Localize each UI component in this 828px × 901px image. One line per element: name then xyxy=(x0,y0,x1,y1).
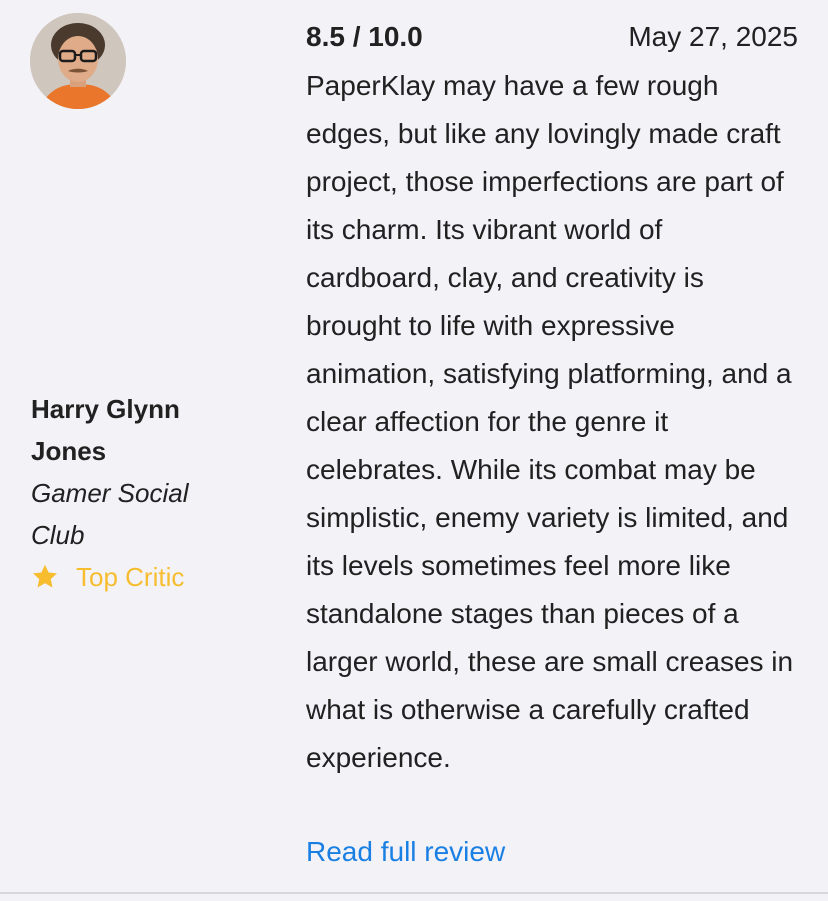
top-critic-badge: Top Critic xyxy=(31,556,231,598)
review-excerpt: PaperKlay may have a few rough edges, bu… xyxy=(306,70,794,773)
avatar-photo xyxy=(30,13,126,109)
review-score: 8.5 / 10.0 xyxy=(306,21,423,52)
read-full-review-link[interactable]: Read full review xyxy=(306,830,505,874)
author-outlet[interactable]: Gamer Social Club xyxy=(31,472,231,556)
review-card: Harry Glynn Jones Gamer Social Club Top … xyxy=(0,0,828,894)
author-info: Harry Glynn Jones Gamer Social Club Top … xyxy=(31,388,231,598)
top-critic-label: Top Critic xyxy=(76,562,185,592)
star-icon xyxy=(33,564,57,588)
author-avatar[interactable] xyxy=(30,13,126,109)
divider xyxy=(0,892,828,894)
author-name[interactable]: Harry Glynn Jones xyxy=(31,388,231,472)
review-date: May 27, 2025 xyxy=(628,21,798,52)
